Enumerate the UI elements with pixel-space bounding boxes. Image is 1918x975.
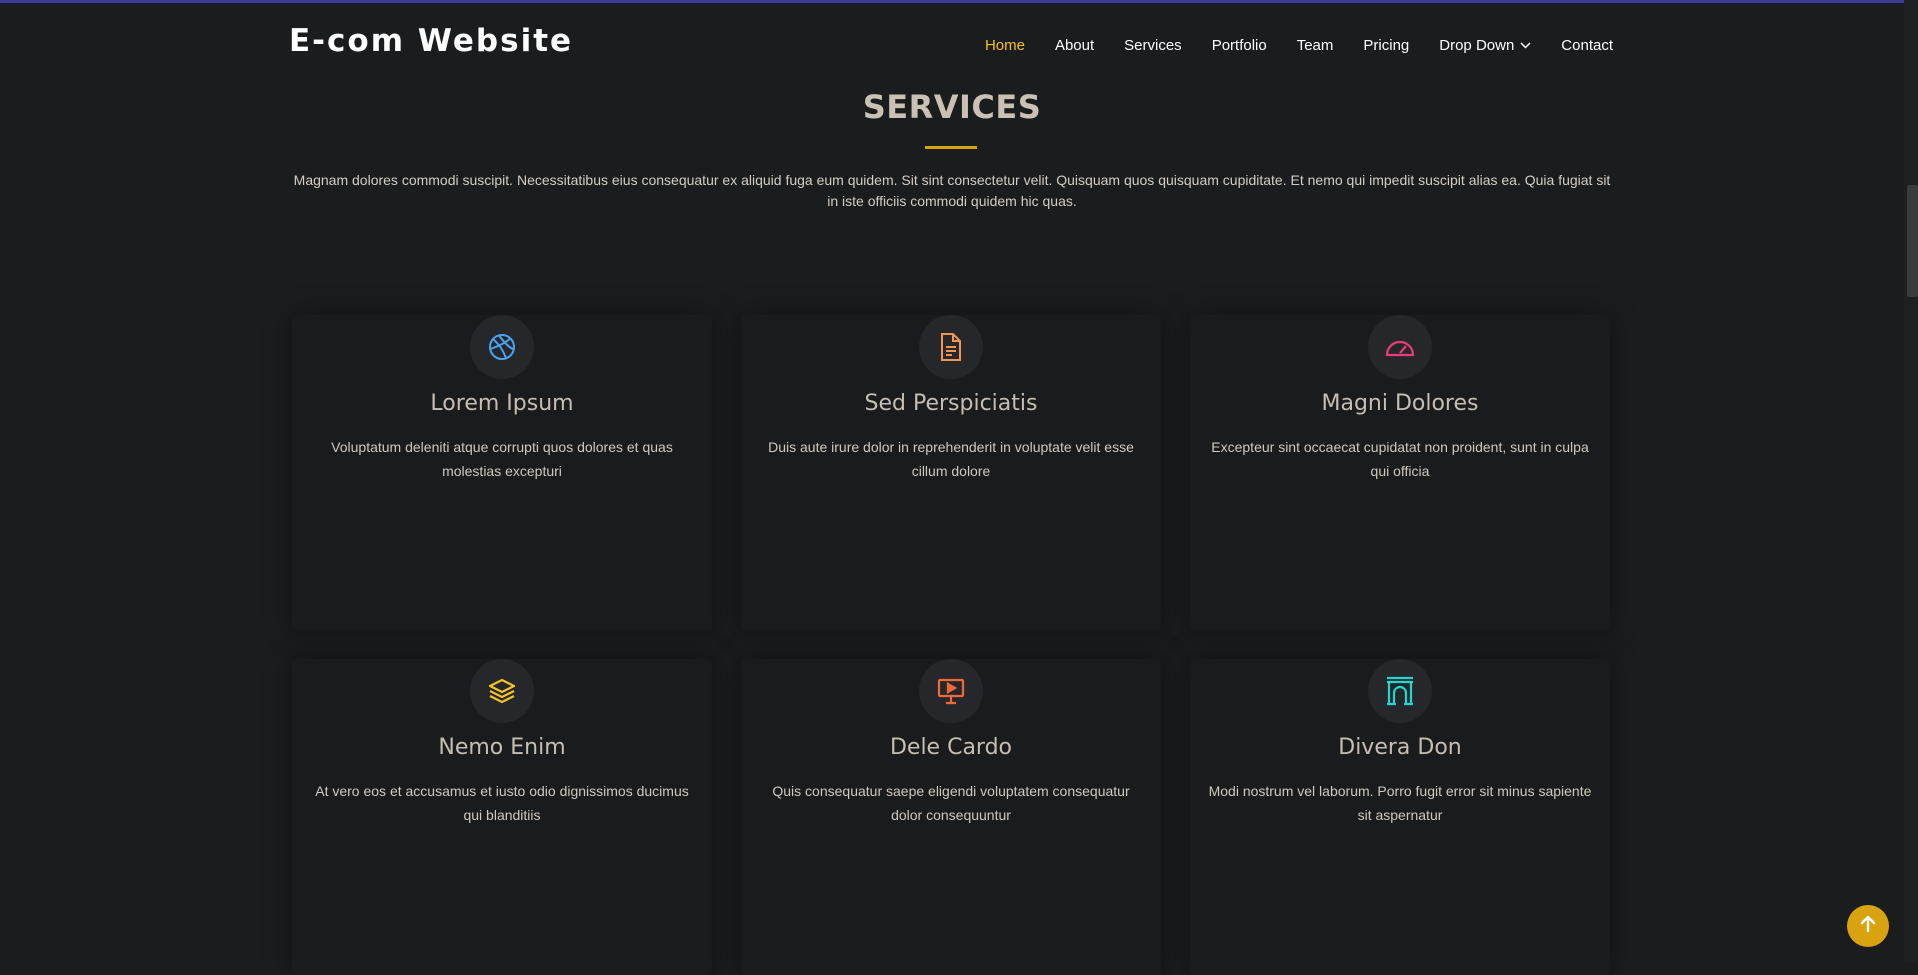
scrollbar-thumb[interactable] xyxy=(1907,185,1918,297)
document-icon xyxy=(919,315,983,379)
layers-icon xyxy=(470,659,534,723)
nav-item-team[interactable]: Team xyxy=(1297,37,1334,54)
dribbble-icon xyxy=(470,315,534,379)
service-card: Divera Don Modi nostrum vel laborum. Por… xyxy=(1190,659,1610,975)
service-text: At vero eos et accusamus et iusto odio d… xyxy=(315,783,689,823)
nav-label: Services xyxy=(1124,37,1182,54)
nav-item-about[interactable]: About xyxy=(1055,37,1094,54)
nav-label: Home xyxy=(984,37,1025,54)
service-card: Dele Cardo Quis consequatur saepe eligen… xyxy=(741,659,1161,975)
service-text: Voluptatum deleniti atque corrupti quos … xyxy=(331,439,673,479)
service-card: Nemo Enim At vero eos et accusamus et iu… xyxy=(292,659,712,975)
nav-label: About xyxy=(1054,37,1095,54)
section-description: Magnam dolores commodi suscipit. Necessi… xyxy=(293,172,1611,209)
page-scrollbar[interactable] xyxy=(1904,0,1918,962)
speedometer-icon xyxy=(1368,315,1432,379)
site-header: E-com Website Home About Services Portfo… xyxy=(0,3,1904,87)
arch-icon xyxy=(1368,659,1432,723)
main-nav: Home About Services Portfolio Team Prici… xyxy=(955,37,1613,54)
nav-label: Drop Down xyxy=(1439,37,1515,54)
service-text: Modi nostrum vel laborum. Porro fugit er… xyxy=(1208,783,1592,823)
nav-item-portfolio[interactable]: Portfolio xyxy=(1212,37,1267,54)
arrow-up-icon xyxy=(1860,915,1876,938)
service-title[interactable]: Lorem Ipsum xyxy=(292,391,712,416)
chevron-down-icon xyxy=(1520,42,1531,49)
service-title[interactable]: Magni Dolores xyxy=(1190,391,1610,416)
service-card: Magni Dolores Excepteur sint occaecat cu… xyxy=(1190,315,1610,631)
back-to-top-button[interactable] xyxy=(1847,905,1889,947)
section-title: SERVICES xyxy=(862,88,1042,126)
nav-item-contact[interactable]: Contact xyxy=(1561,37,1613,54)
service-title[interactable]: Divera Don xyxy=(1190,735,1610,760)
service-title[interactable]: Dele Cardo xyxy=(741,735,1161,760)
service-title[interactable]: Sed Perspiciatis xyxy=(741,391,1161,416)
service-card: Lorem Ipsum Voluptatum deleniti atque co… xyxy=(292,315,712,631)
nav-item-dropdown[interactable]: Drop Down xyxy=(1439,37,1531,54)
nav-label: Pricing xyxy=(1363,37,1410,54)
nav-item-services[interactable]: Services xyxy=(1124,37,1182,54)
service-text: Quis consequatur saepe eligendi voluptat… xyxy=(772,783,1130,823)
nav-item-home[interactable]: Home xyxy=(985,37,1025,54)
service-text: Excepteur sint occaecat cupidatat non pr… xyxy=(1211,439,1589,479)
service-text: Duis aute irure dolor in reprehenderit i… xyxy=(768,439,1134,479)
service-title[interactable]: Nemo Enim xyxy=(292,735,712,760)
site-logo[interactable]: E-com Website xyxy=(289,23,573,59)
title-underline xyxy=(925,146,977,149)
nav-item-pricing[interactable]: Pricing xyxy=(1363,37,1409,54)
nav-label: Contact xyxy=(1561,37,1613,54)
service-card: Sed Perspiciatis Duis aute irure dolor i… xyxy=(741,315,1161,631)
nav-label: Team xyxy=(1296,37,1334,54)
presentation-icon xyxy=(919,659,983,723)
nav-label: Portfolio xyxy=(1211,37,1267,54)
